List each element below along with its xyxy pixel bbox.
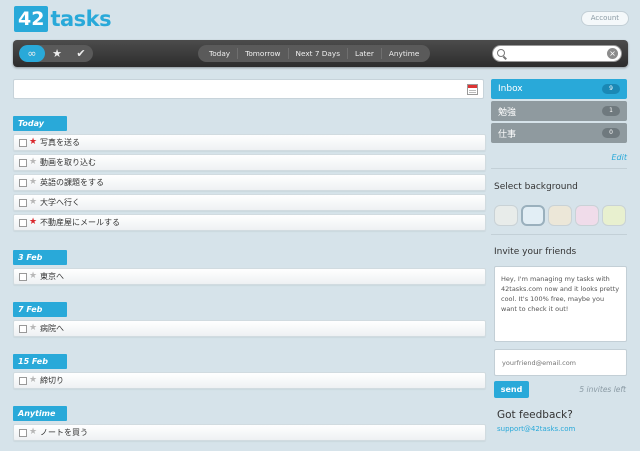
task-checkbox[interactable]	[19, 272, 27, 281]
send-invite-button[interactable]: send	[494, 381, 529, 398]
star-icon[interactable]: ★	[29, 178, 39, 187]
edit-lists-link[interactable]: Edit	[612, 153, 628, 162]
task-row[interactable]: ★ ノートを買う	[13, 424, 486, 441]
sidebar-list-item[interactable]: 仕事 0	[491, 123, 627, 143]
group-date-label: Today	[13, 116, 67, 131]
star-icon[interactable]: ★	[29, 272, 39, 281]
star-icon[interactable]: ★	[29, 428, 39, 437]
list-name: 仕事	[498, 129, 517, 140]
account-button[interactable]: Account	[580, 11, 629, 26]
star-icon[interactable]: ★	[29, 138, 39, 147]
star-icon[interactable]: ★	[29, 218, 39, 227]
sidebar-list-item[interactable]: 勉強 1	[491, 101, 627, 121]
add-task-input[interactable]	[18, 84, 458, 101]
list-count-badge: 9	[602, 84, 620, 94]
checkmark-icon: ✔	[76, 47, 86, 60]
star-icon[interactable]: ★	[29, 376, 39, 385]
search-box: ×	[492, 45, 622, 62]
add-task-bar	[13, 79, 484, 101]
task-row[interactable]: ★ 東京へ	[13, 268, 486, 285]
group-date-label: Anytime	[13, 406, 67, 421]
background-swatches	[494, 205, 626, 226]
group-date-label: 15 Feb	[13, 354, 67, 369]
search-input[interactable]	[509, 48, 605, 59]
star-icon: ★	[52, 47, 62, 60]
invite-heading: Invite your friends	[494, 247, 577, 257]
tab-next-7-days[interactable]: Next 7 Days	[289, 45, 348, 62]
feedback-heading: Got feedback?	[497, 409, 573, 421]
task-group-3feb: 3 Feb ★ 東京へ	[13, 245, 486, 285]
background-swatch[interactable]	[602, 205, 626, 226]
divider	[491, 234, 627, 235]
task-title: 大学へ行く	[40, 198, 80, 207]
task-group-15feb: 15 Feb ★ 締切り	[13, 349, 486, 389]
task-checkbox[interactable]	[19, 138, 27, 147]
background-swatch[interactable]	[521, 205, 545, 226]
background-swatch[interactable]	[548, 205, 572, 226]
background-swatch[interactable]	[494, 205, 518, 226]
tab-tomorrow[interactable]: Tomorrow	[238, 45, 287, 62]
list-count-badge: 0	[602, 128, 620, 138]
search-icon	[497, 49, 505, 57]
tab-later[interactable]: Later	[348, 45, 381, 62]
task-group-anytime: Anytime ★ ノートを買う	[13, 401, 486, 441]
list-name: Inbox	[498, 84, 523, 94]
star-icon[interactable]: ★	[29, 198, 39, 207]
tab-anytime[interactable]: Anytime	[382, 45, 426, 62]
friend-email-input[interactable]	[502, 356, 622, 370]
infinity-filter-button[interactable]: ∞	[19, 45, 45, 62]
feedback-email-link[interactable]: support@42tasks.com	[497, 425, 575, 433]
task-group-today: Today ★ 写真を送る ★ 動画を取り込む ★ 英語の課題をする ★ 大学へ行く ★ 不動産屋に…	[13, 111, 486, 231]
task-title: 写真を送る	[40, 138, 80, 147]
infinity-icon: ∞	[27, 47, 37, 60]
task-title: 不動産屋にメールする	[40, 218, 120, 227]
task-title: 英語の課題をする	[40, 178, 104, 187]
task-checkbox[interactable]	[19, 218, 27, 227]
checkmark-filter-button[interactable]: ✔	[69, 45, 93, 62]
tab-today[interactable]: Today	[202, 45, 237, 62]
calendar-icon[interactable]	[467, 84, 478, 95]
task-checkbox[interactable]	[19, 324, 27, 333]
select-background-heading: Select background	[494, 182, 578, 192]
task-checkbox[interactable]	[19, 178, 27, 187]
task-row[interactable]: ★ 大学へ行く	[13, 194, 486, 211]
task-title: 病院へ	[40, 324, 64, 333]
list-count-badge: 1	[602, 106, 620, 116]
invites-left-text: 5 invites left	[579, 385, 626, 394]
task-group-7feb: 7 Feb ★ 病院へ	[13, 297, 486, 337]
group-date-label: 7 Feb	[13, 302, 67, 317]
group-date-label: 3 Feb	[13, 250, 67, 265]
task-checkbox[interactable]	[19, 158, 27, 167]
task-checkbox[interactable]	[19, 198, 27, 207]
task-row[interactable]: ★ 不動産屋にメールする	[13, 214, 486, 231]
task-checkbox[interactable]	[19, 428, 27, 437]
divider	[491, 168, 627, 169]
task-checkbox[interactable]	[19, 376, 27, 385]
star-filter-button[interactable]: ★	[45, 45, 69, 62]
star-icon[interactable]: ★	[29, 324, 39, 333]
background-swatch[interactable]	[575, 205, 599, 226]
task-row[interactable]: ★ 締切り	[13, 372, 486, 389]
task-title: 東京へ	[40, 272, 64, 281]
filter-group: ∞ ★ ✔	[19, 45, 93, 62]
list-name: 勉強	[498, 107, 517, 118]
logo-number: 42	[14, 6, 49, 32]
logo[interactable]: 42 tasks	[14, 6, 112, 32]
list-nav: Inbox 9 勉強 1 仕事 0	[491, 79, 627, 145]
logo-word: tasks	[50, 7, 112, 31]
task-title: 動画を取り込む	[40, 158, 96, 167]
view-tabs: Today Tomorrow Next 7 Days Later Anytime	[198, 45, 431, 62]
task-title: ノートを買う	[40, 428, 88, 437]
task-row[interactable]: ★ 英語の課題をする	[13, 174, 486, 191]
task-row[interactable]: ★ 病院へ	[13, 320, 486, 337]
task-title: 締切り	[40, 376, 64, 385]
task-row[interactable]: ★ 写真を送る	[13, 134, 486, 151]
star-icon[interactable]: ★	[29, 158, 39, 167]
sidebar-list-item[interactable]: Inbox 9	[491, 79, 627, 99]
toolbar: ∞ ★ ✔ Today Tomorrow Next 7 Days Later Anytime…	[13, 40, 628, 67]
friend-email-field	[494, 349, 627, 376]
task-row[interactable]: ★ 動画を取り込む	[13, 154, 486, 171]
clear-search-icon[interactable]: ×	[607, 48, 618, 59]
invite-message-field[interactable]: Hey, I'm managing my tasks with 42tasks.…	[494, 266, 627, 342]
